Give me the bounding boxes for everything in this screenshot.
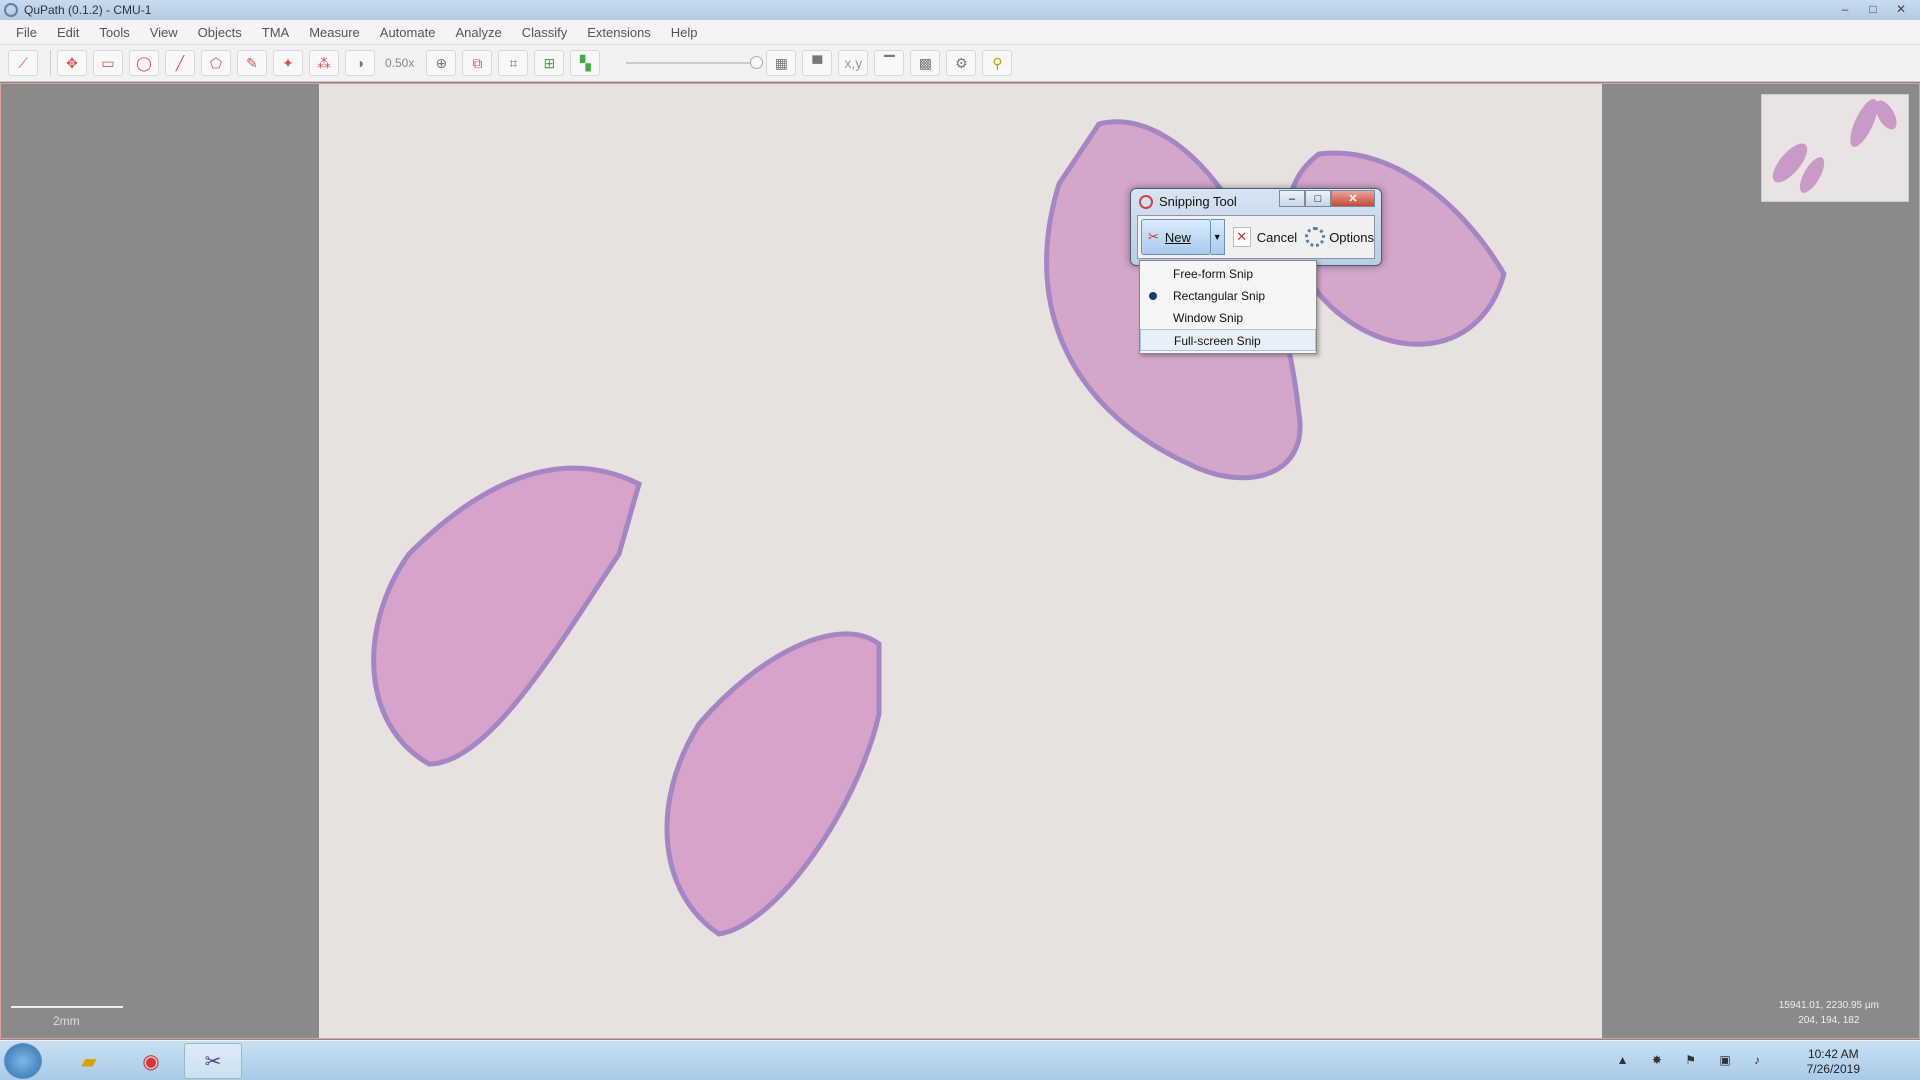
menu-classify[interactable]: Classify: [522, 25, 568, 40]
new-snip-button[interactable]: ✂ New: [1141, 219, 1211, 255]
menu-view[interactable]: View: [150, 25, 178, 40]
menu-item-label: Rectangular Snip: [1173, 289, 1266, 303]
snip-minimize-button[interactable]: –: [1279, 190, 1305, 207]
qupath-app-icon: [4, 3, 18, 17]
window-controls: – □ ✕: [1832, 0, 1914, 18]
show-tma-grid-icon[interactable]: ⌗: [498, 50, 529, 76]
show-detections-icon[interactable]: ⊞: [534, 50, 565, 76]
zoom-level: 0.50x: [385, 56, 415, 70]
overview-toggle-icon[interactable]: ▀: [802, 50, 833, 76]
clock[interactable]: 10:42 AM 7/26/2019: [1807, 1047, 1860, 1077]
opacity-slider[interactable]: [626, 56, 764, 69]
menu-bar: File Edit Tools View Objects TMA Measure…: [0, 20, 1920, 45]
zoom-to-fit-icon[interactable]: ⊕: [426, 50, 457, 76]
menu-file[interactable]: File: [16, 25, 37, 40]
clock-date: 7/26/2019: [1806, 1062, 1860, 1076]
gear-icon: [1305, 227, 1326, 247]
snipping-tool-title: Snipping Tool: [1159, 194, 1237, 209]
snip-mode-menu: Free-form Snip Rectangular Snip Window S…: [1139, 260, 1317, 354]
menu-item-label: Free-form Snip: [1173, 267, 1254, 281]
image-viewer[interactable]: 2mm 15941.01, 2230.95 µm 204, 194, 182: [0, 83, 1920, 1039]
menu-measure[interactable]: Measure: [309, 25, 360, 40]
clock-time: 10:42 AM: [1807, 1047, 1859, 1061]
options-button[interactable]: Options: [1305, 227, 1374, 247]
radio-selected-icon: [1149, 292, 1157, 300]
window-title: QuPath (0.1.2) - CMU-1: [24, 3, 152, 17]
menu-tools[interactable]: Tools: [99, 25, 129, 40]
line-tool-icon[interactable]: ╱: [165, 50, 195, 76]
cursor-location: 15941.01, 2230.95 µm 204, 194, 182: [1779, 998, 1879, 1028]
opacity-slider-knob[interactable]: [750, 56, 764, 69]
slide-image[interactable]: [319, 84, 1602, 1038]
move-tool-icon[interactable]: ✥: [57, 50, 87, 76]
scissors-icon: ✂: [1148, 229, 1159, 244]
options-label: Options: [1329, 229, 1374, 245]
window-titlebar: QuPath (0.1.2) - CMU-1 – □ ✕: [0, 0, 1920, 20]
scalebar-toggle-icon[interactable]: ▔: [874, 50, 905, 76]
brightness-contrast-icon[interactable]: ◑: [345, 50, 375, 76]
snipping-tool-window: Snipping Tool – □ ✕ ✂ New ▼ ✕ Cancel Opt…: [1130, 188, 1382, 266]
polygon-tool-icon[interactable]: ⬠: [201, 50, 231, 76]
wand-tool-icon[interactable]: ✦: [273, 50, 303, 76]
cancel-label: Cancel: [1256, 229, 1298, 245]
start-button[interactable]: [4, 1043, 42, 1079]
menu-item-window-snip[interactable]: Window Snip: [1140, 307, 1316, 329]
cancel-icon: ✕: [1232, 227, 1251, 247]
snipping-tool-taskbar-icon[interactable]: ✂: [184, 1043, 242, 1079]
scale-bar-label: 2mm: [53, 1014, 80, 1028]
ellipse-tool-icon[interactable]: ◯: [129, 50, 159, 76]
hide-panel-icon[interactable]: ⟋: [8, 50, 38, 76]
cancel-button[interactable]: ✕ Cancel: [1232, 227, 1298, 247]
menu-item-label: Full-screen Snip: [1174, 334, 1261, 348]
menu-objects[interactable]: Objects: [198, 25, 242, 40]
snipping-tool-toolbar: ✂ New ▼ ✕ Cancel Options: [1137, 215, 1375, 259]
grid-toggle-icon[interactable]: ▩: [910, 50, 941, 76]
points-tool-icon[interactable]: ⁂: [309, 50, 339, 76]
menu-analyze[interactable]: Analyze: [455, 25, 501, 40]
fill-detections-icon[interactable]: ▚: [570, 50, 601, 76]
scale-bar: [11, 1006, 123, 1008]
menu-item-rectangular-snip[interactable]: Rectangular Snip: [1140, 285, 1316, 307]
rectangle-tool-icon[interactable]: ▭: [93, 50, 123, 76]
menu-extensions[interactable]: Extensions: [587, 25, 651, 40]
overview-svg: [1772, 99, 1897, 193]
system-tray-icons[interactable]: ▲ ✸ ⚑ ▣ ♪: [1617, 1053, 1770, 1067]
menu-item-free-form-snip[interactable]: Free-form Snip: [1140, 263, 1316, 285]
taskbar: ▰ ◉ ✂ ▲ ✸ ⚑ ▣ ♪ 10:42 AM 7/26/2019: [0, 1040, 1920, 1080]
menu-automate[interactable]: Automate: [380, 25, 436, 40]
file-explorer-icon[interactable]: ▰: [60, 1043, 118, 1079]
measurement-table-icon[interactable]: ▦: [766, 50, 797, 76]
snipping-tool-window-controls: – □ ✕: [1279, 190, 1375, 207]
snip-close-button[interactable]: ✕: [1331, 190, 1375, 207]
snip-mode-dropdown-arrow[interactable]: ▼: [1210, 219, 1225, 255]
pixel-values: 204, 194, 182: [1798, 1015, 1860, 1026]
snipping-tool-icon: [1139, 194, 1153, 209]
maximize-button[interactable]: □: [1860, 0, 1886, 18]
menu-help[interactable]: Help: [671, 25, 698, 40]
menu-edit[interactable]: Edit: [57, 25, 79, 40]
preferences-icon[interactable]: ⚙: [946, 50, 977, 76]
show-annotations-icon[interactable]: ⧉: [462, 50, 493, 76]
snipping-tool-titlebar: Snipping Tool: [1139, 194, 1237, 209]
location-toggle-icon[interactable]: x,y: [838, 50, 869, 76]
chrome-icon[interactable]: ◉: [122, 1043, 180, 1079]
minimize-button[interactable]: –: [1832, 0, 1858, 18]
toolbar: ⟋ ✥ ▭ ◯ ╱ ⬠ ✎ ✦ ⁂ ◑ 0.50x ⊕ ⧉ ⌗ ⊞ ▚ ▦ ▀ …: [0, 45, 1920, 82]
menu-tma[interactable]: TMA: [262, 25, 289, 40]
menu-item-label: Window Snip: [1173, 311, 1244, 325]
overview-thumbnail[interactable]: [1761, 94, 1909, 202]
microscope-icon[interactable]: ⚲: [982, 50, 1013, 76]
tissue-svg: [371, 119, 1507, 937]
new-snip-label: New: [1164, 229, 1191, 245]
tissue-section: [371, 465, 642, 767]
toolbar-divider: [50, 50, 51, 76]
menu-item-full-screen-snip[interactable]: Full-screen Snip: [1140, 329, 1316, 351]
snip-maximize-button[interactable]: □: [1305, 190, 1331, 207]
cursor-coordinates: 15941.01, 2230.95 µm: [1778, 1000, 1879, 1011]
close-button[interactable]: ✕: [1888, 0, 1914, 18]
brush-tool-icon[interactable]: ✎: [237, 50, 267, 76]
tissue-section: [664, 631, 882, 937]
